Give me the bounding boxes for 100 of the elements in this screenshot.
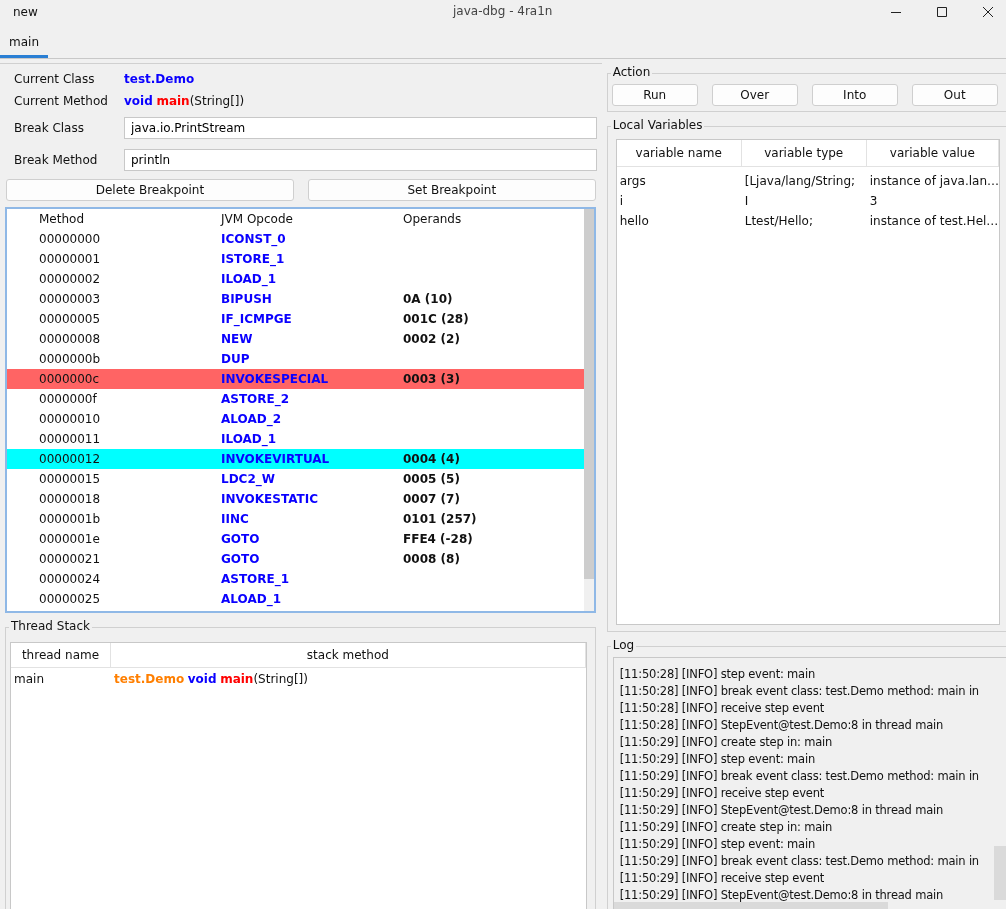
operand-cell-text: 0A (10) [403,291,454,308]
offset-cell-text: 00000001 [39,251,102,268]
operand-cell-text: 0101 (257) [403,511,478,528]
operand-cell-text: FFE4 (-28) [403,531,474,548]
operand-cell-text: 001C (28) [403,311,470,328]
log-line: [11:50:28] [INFO] StepEvent@test.Demo:8 in thread main [619,717,944,734]
opcode-cell-text: DUP [221,351,251,368]
opcode-cell-text: ALOAD_2 [221,411,282,429]
column-header: thread name [11,643,111,667]
table-cell-text: instance of test.Hel… [868,213,999,230]
step-button[interactable]: Over [711,84,798,106]
column-header: variable name [616,140,742,166]
operand-cell-text: 0008 (8) [403,551,461,568]
offset-cell-text: 00000025 [39,591,102,608]
offset-cell-text: 00000010 [39,411,102,428]
offset-cell-text: 00000011 [39,431,102,448]
operand-cell-text: 0004 (4) [403,451,461,468]
offset-cell-text: 0000000b [39,351,102,368]
offset-cell-text: 00000000 [39,231,102,248]
step-button[interactable]: Run [611,84,698,106]
opcode-cell-text: ILOAD_1 [221,271,278,289]
group-title: Log [610,638,637,652]
column-header: JVM Opcode [221,211,294,228]
info-label: Current Class [14,71,96,88]
offset-cell-text: 0000000f [39,391,98,408]
field-label: Break Method [14,152,99,169]
offset-cell-text: 00000008 [39,331,102,348]
log-line: [11:50:29] [INFO] step event: main [619,836,816,853]
input-field[interactable]: println [124,149,597,171]
group-title: Thread Stack [9,619,92,633]
group-title: Local Variables [610,118,705,132]
breakpoint-row[interactable]: 0000000c INVOKESPECIAL 0003 (3) [7,369,584,389]
step-button[interactable]: Into [811,84,898,106]
table-cell-text: args [618,173,647,190]
offset-cell-text: 00000024 [39,571,102,588]
log-line: [11:50:29] [INFO] StepEvent@test.Demo:8 in thread main [619,887,944,904]
opcode-cell-text: ICONST_0 [221,231,287,249]
close-icon[interactable] [983,7,993,17]
log-line: [11:50:29] [INFO] create step in: main [619,734,833,751]
opcode-cell-text: INVOKESTATIC [221,491,319,508]
opcode-cell-text: ASTORE_2 [221,391,291,409]
scrollbar[interactable] [613,902,888,909]
log-line: [11:50:29] [INFO] receive step event [619,870,825,887]
info-value: test.Demo [124,72,196,86]
breakpoint-button[interactable]: Set Breakpoint [307,179,596,201]
opcode-cell-text: INVOKEVIRTUAL [221,451,331,468]
operand-cell-text: 0005 (5) [403,471,461,488]
opcode-cell-text: IINC [221,511,250,528]
opcode-cell-text: GOTO [221,531,261,548]
opcode-cell-text: GOTO [221,551,261,568]
offset-cell-text: 00000002 [39,271,102,288]
field-label: Break Class [14,120,85,137]
opcode-cell-text: ALOAD_1 [221,591,282,609]
current-row[interactable]: 00000012 INVOKEVIRTUAL 0004 (4) [7,449,584,469]
opcode-cell-text: NEW [221,331,254,348]
table-cell-text: Ltest/Hello; [743,213,814,230]
table-cell-text: 3 [868,193,879,210]
log-line: [11:50:29] [INFO] break event class: test.Demo method: main in [619,853,979,870]
offset-cell-text: 00000015 [39,471,102,488]
input-field[interactable]: java.io.PrintStream [124,117,597,139]
menu-label[interactable]: new [13,5,38,19]
offset-cell-text: 00000018 [39,491,102,508]
window-title: java-dbg - 4ra1n [453,4,553,18]
log-line: [11:50:28] [INFO] receive step event [619,700,825,717]
table-cell-text: I [743,193,750,210]
offset-cell-text: 00000003 [39,291,102,308]
operand-cell-text: 0002 (2) [403,331,461,348]
info-label: Current Method [14,93,109,110]
table-cell-text: i [618,193,625,210]
log-line: [11:50:29] [INFO] step event: main [619,751,816,768]
step-button[interactable]: Out [911,84,998,106]
log-line: [11:50:29] [INFO] receive step event [619,785,825,802]
offset-cell-text: 0000001b [39,511,102,528]
table-cell-text: test.Demo void main(String[]) [113,671,309,688]
offset-cell-text: 00000021 [39,551,102,568]
opcode-cell-text: INVOKESPECIAL [221,371,330,388]
table-cell-text: instance of java.lan… [868,173,999,190]
column-header: variable value [866,140,999,166]
column-header: variable type [741,140,867,166]
group-title: Action [610,65,653,79]
opcode-cell-text: IF_ICMPGE [221,311,293,329]
log-line: [11:50:29] [INFO] create step in: main [619,819,833,836]
table-cell-text: [Ljava/lang/String; [743,173,857,190]
offset-cell-text: 0000001e [39,531,101,548]
offset-cell-text: 00000012 [39,451,102,468]
operand-cell-text: 0003 (3) [403,371,461,388]
log-line: [11:50:29] [INFO] break event class: test.Demo method: main in [619,768,979,785]
opcode-cell-text: ILOAD_1 [221,431,278,449]
column-header: Operands [403,211,463,228]
opcode-cell-text: ASTORE_1 [221,571,291,589]
info-value: void main(String[]) [124,94,246,108]
breakpoint-button[interactable]: Delete Breakpoint [6,179,294,201]
log-line: [11:50:29] [INFO] StepEvent@test.Demo:8 in thread main [619,802,944,819]
offset-cell-text: 0000000c [39,371,101,388]
maximize-icon[interactable] [937,7,947,17]
table-cell-text: main [13,671,45,688]
tab[interactable]: main [0,35,48,58]
column-header: Method [39,211,85,228]
opcode-cell-text: ISTORE_1 [221,251,286,269]
offset-cell-text: 00000005 [39,311,102,328]
